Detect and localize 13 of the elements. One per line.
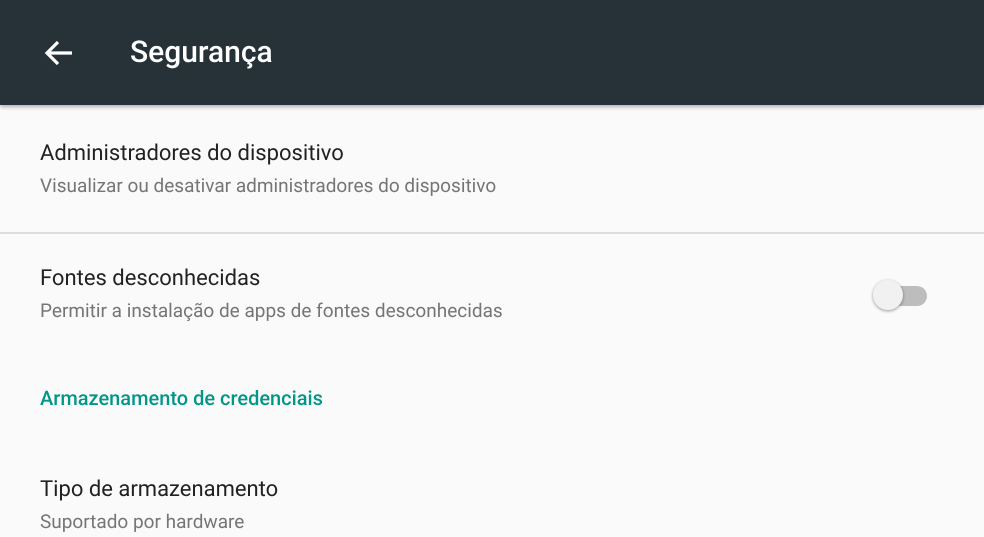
item-title: Fontes desconhecidas: [40, 266, 262, 291]
item-title: Administradores do dispositivo: [40, 140, 345, 166]
back-arrow-icon[interactable]: [44, 40, 74, 66]
settings-item[interactable]: Administradores do dispositivo Visualizar ou desativar administradores do dispositivo: [0, 105, 984, 232]
item-title: Tipo de armazenamento: [40, 476, 280, 502]
section-header: Armazenamento de credenciais: [40, 386, 323, 410]
settings-item[interactable]: Fontes desconhecidas Permitir a instalação de apps de fontes desconhecidas: [0, 234, 984, 354]
screen-title: Segurança: [130, 35, 273, 70]
item-subtitle: Suportado por hardware: [40, 510, 246, 532]
item-subtitle: Permitir a instalação de apps de fontes desconhecidas: [40, 299, 504, 322]
settings-item[interactable]: Tipo de armazenamento Suportado por hardware: [0, 440, 984, 537]
toggle-switch[interactable]: [873, 280, 927, 308]
item-subtitle: Visualizar ou desativar administradores do dispositivo: [40, 174, 498, 196]
